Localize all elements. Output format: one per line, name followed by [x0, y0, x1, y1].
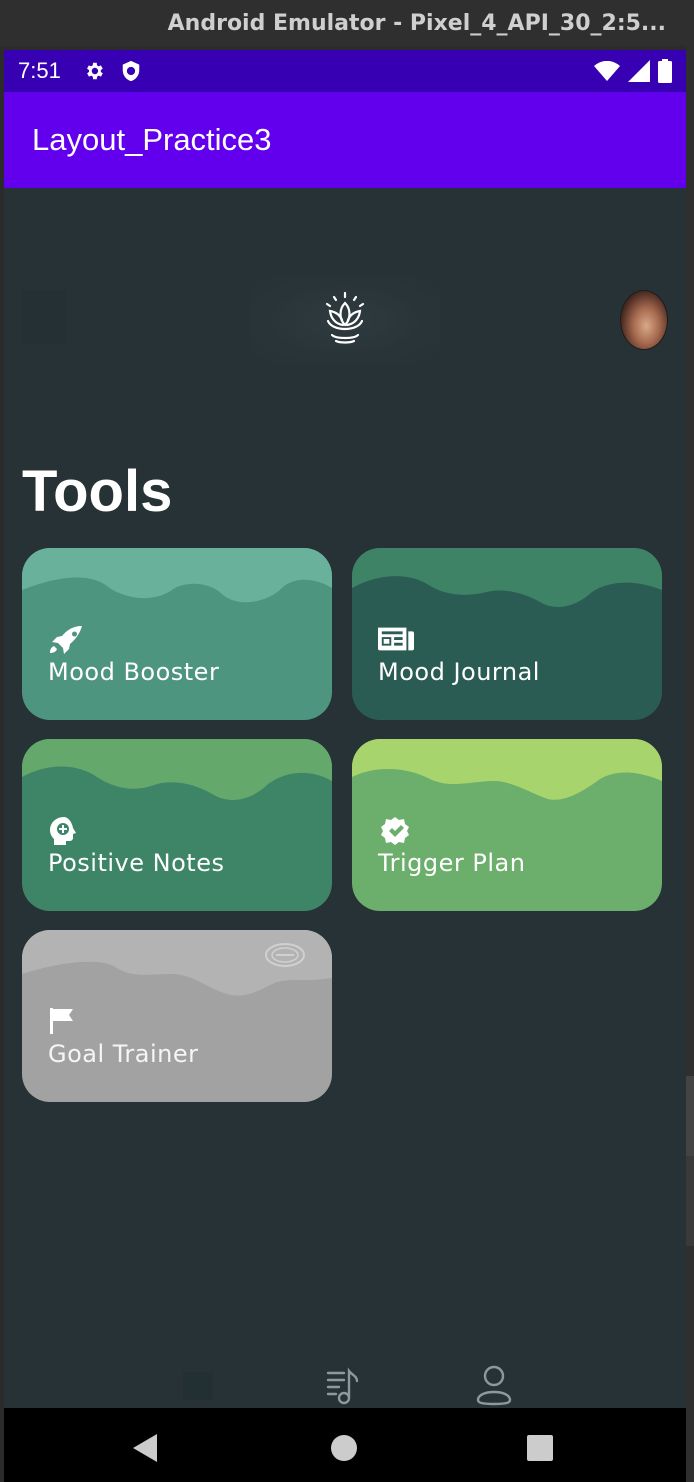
wifi-icon [594, 61, 620, 81]
nav-profile[interactable] [470, 1362, 518, 1408]
status-bar: 7:51 [4, 50, 686, 92]
nav-music[interactable] [320, 1362, 368, 1408]
tools-title: Tools [22, 459, 173, 524]
emulator-side-toolbar [686, 46, 694, 1482]
tool-card-mood-journal[interactable]: Mood Journal [352, 548, 662, 720]
avatar[interactable] [620, 290, 668, 350]
recents-icon [527, 1435, 553, 1461]
tool-card-positive-notes[interactable]: Positive Notes [22, 739, 332, 911]
lotus-icon [325, 291, 365, 344]
tool-card-label: Positive Notes [48, 849, 225, 877]
rocket-icon [48, 624, 84, 654]
gear-icon [83, 60, 105, 82]
verified-badge-icon [378, 816, 414, 846]
header [4, 276, 686, 364]
tool-card-mood-booster[interactable]: Mood Booster [22, 548, 332, 720]
tool-card-label: Trigger Plan [378, 849, 526, 877]
premium-badge-icon [264, 942, 306, 968]
tool-card-goal-trainer[interactable]: Goal Trainer [22, 930, 332, 1102]
bottom-navigation [4, 1350, 686, 1408]
app-bar-title: Layout_Practice3 [32, 122, 272, 157]
back-button[interactable] [128, 1430, 164, 1466]
tool-card-label: Goal Trainer [48, 1040, 199, 1068]
nav-home[interactable] [174, 1362, 222, 1408]
lotus-logo [250, 276, 440, 364]
newspaper-icon [378, 624, 414, 654]
device-screen: 7:51 Layout_Practice3 Tools Mood Booster… [4, 50, 686, 1482]
tool-card-label: Mood Journal [378, 658, 540, 686]
tool-card-label: Mood Booster [48, 658, 220, 686]
home-icon [183, 1372, 213, 1400]
battery-icon [658, 59, 672, 83]
home-button[interactable] [326, 1430, 362, 1466]
window-title: Android Emulator - Pixel_4_API_30_2:5... [167, 10, 666, 36]
home-circle-icon [331, 1435, 357, 1461]
emulator-title-bar: Android Emulator - Pixel_4_API_30_2:5... [0, 0, 694, 46]
status-time: 7:51 [18, 58, 61, 83]
profile-icon [476, 1365, 512, 1406]
app-bar: Layout_Practice3 [4, 92, 686, 188]
head-plus-icon [48, 816, 84, 846]
system-navigation-bar [4, 1408, 686, 1482]
menu-placeholder[interactable] [22, 290, 66, 344]
shield-icon [121, 60, 141, 82]
back-icon [133, 1434, 157, 1462]
flag-icon [48, 1006, 84, 1036]
recents-button[interactable] [522, 1430, 558, 1466]
music-playlist-icon [326, 1367, 359, 1405]
signal-icon [628, 60, 650, 82]
tool-card-trigger-plan[interactable]: Trigger Plan [352, 739, 662, 911]
